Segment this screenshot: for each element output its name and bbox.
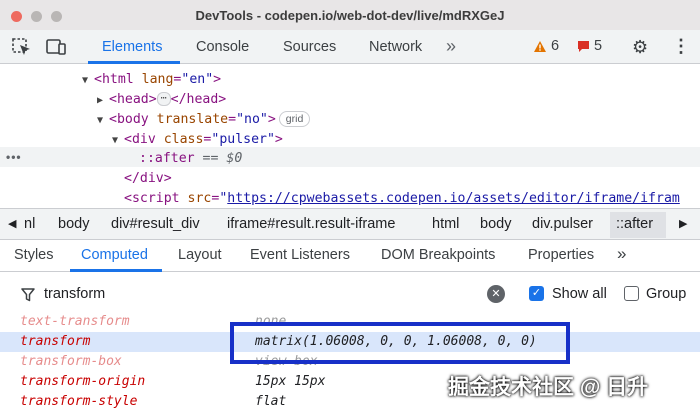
- expand-triangle-icon[interactable]: ▶: [97, 91, 109, 111]
- breadcrumb-item[interactable]: div#result_div: [111, 216, 200, 232]
- expand-children-button[interactable]: ⋯: [156, 92, 171, 106]
- breadcrumb-item-active[interactable]: ::after: [616, 216, 653, 232]
- tab-console[interactable]: Console: [196, 39, 249, 55]
- message-icon: [578, 40, 589, 52]
- tab-network[interactable]: Network: [369, 39, 422, 55]
- tab-computed[interactable]: Computed: [81, 247, 148, 263]
- sidebar-tabs: Styles Computed Layout Event Listeners D…: [0, 240, 700, 272]
- dom-node-div-pulser[interactable]: ▼ <div class="pulser">: [112, 130, 283, 150]
- tab-dom-breakpoints[interactable]: DOM Breakpoints: [381, 247, 495, 263]
- errors-count: 5: [594, 38, 603, 54]
- script-src-link[interactable]: https://cpwebassets.codepen.io/assets/ed…: [227, 191, 680, 206]
- errors-badge[interactable]: 5: [577, 38, 602, 54]
- group-label[interactable]: Group: [646, 286, 686, 302]
- dom-node-after[interactable]: ::after == $0: [139, 149, 242, 169]
- filter-input[interactable]: transform: [44, 286, 105, 302]
- grid-badge[interactable]: grid: [278, 111, 311, 127]
- more-tabs-button[interactable]: »: [446, 36, 456, 57]
- collapse-triangle-icon[interactable]: ▼: [82, 71, 94, 91]
- breadcrumb-item[interactable]: nl: [24, 216, 35, 232]
- dom-node-script[interactable]: <script src="https://cpwebassets.codepen…: [124, 189, 680, 209]
- tab-elements[interactable]: Elements: [102, 39, 162, 55]
- warnings-badge[interactable]: 6: [533, 38, 559, 54]
- property-name: transform-origin: [20, 374, 146, 389]
- more-sidebar-tabs-button[interactable]: »: [617, 244, 626, 264]
- show-all-label[interactable]: Show all: [552, 286, 607, 302]
- filter-icon: [21, 288, 35, 302]
- main-toolbar: Elements Console Sources Network » 6 5: [0, 30, 700, 64]
- tab-layout[interactable]: Layout: [178, 247, 222, 263]
- warnings-count: 6: [551, 38, 560, 54]
- breadcrumb-scroll-right-icon[interactable]: ▶: [679, 217, 687, 230]
- group-checkbox[interactable]: [624, 286, 639, 301]
- breadcrumb-item[interactable]: body: [58, 216, 89, 232]
- property-name: transform-style: [20, 394, 138, 409]
- breadcrumb-item[interactable]: body: [480, 216, 511, 232]
- tab-properties[interactable]: Properties: [528, 247, 594, 263]
- window-titlebar: DevTools - codepen.io/web-dot-dev/live/m…: [0, 0, 700, 30]
- inspect-element-icon[interactable]: [12, 38, 32, 56]
- tab-event-listeners[interactable]: Event Listeners: [250, 247, 350, 263]
- property-name: transform-box: [20, 354, 122, 369]
- dom-node-body[interactable]: ▼ <body translate="no"> grid: [97, 110, 311, 131]
- tab-styles[interactable]: Styles: [14, 247, 54, 263]
- breadcrumb-item[interactable]: div.pulser: [532, 216, 593, 232]
- property-name: text-transform: [20, 314, 130, 329]
- dom-node-html[interactable]: ▼ <html lang="en">: [82, 70, 221, 90]
- collapse-triangle-icon[interactable]: ▼: [97, 111, 109, 131]
- highlight-callout-box: [230, 322, 570, 364]
- breadcrumb-item[interactable]: html: [432, 216, 459, 232]
- show-all-checkbox[interactable]: ✓: [529, 286, 544, 301]
- watermark-text: 掘金技术社区 @ 日升: [448, 376, 649, 399]
- property-value: 15px 15px: [255, 374, 326, 389]
- device-toolbar-icon[interactable]: [46, 38, 66, 56]
- clear-filter-icon[interactable]: ✕: [487, 285, 505, 303]
- window-title: DevTools - codepen.io/web-dot-dev/live/m…: [195, 8, 505, 23]
- breadcrumb-item[interactable]: iframe#result.result-iframe: [227, 216, 395, 232]
- warning-icon: [534, 40, 546, 52]
- property-name: transform: [20, 334, 91, 349]
- property-value: flat: [255, 394, 287, 409]
- tab-sources[interactable]: Sources: [283, 39, 336, 55]
- more-options-icon[interactable]: ⋮: [672, 36, 690, 57]
- dom-node-head[interactable]: ▶ <head> ⋯ </head>: [97, 90, 226, 110]
- breadcrumb-scroll-left-icon[interactable]: ◀: [8, 217, 16, 230]
- breadcrumb: ◀ nl body div#result_div iframe#result.r…: [0, 208, 700, 240]
- settings-gear-icon[interactable]: ⚙: [632, 37, 648, 58]
- active-subtab-indicator: [70, 269, 162, 272]
- collapse-triangle-icon[interactable]: ▼: [112, 131, 124, 151]
- dom-node-div-close[interactable]: </div>: [124, 169, 172, 189]
- dom-tree: ▼ <html lang="en"> ▶ <head> ⋯ </head> ▼ <body…: [0, 64, 700, 208]
